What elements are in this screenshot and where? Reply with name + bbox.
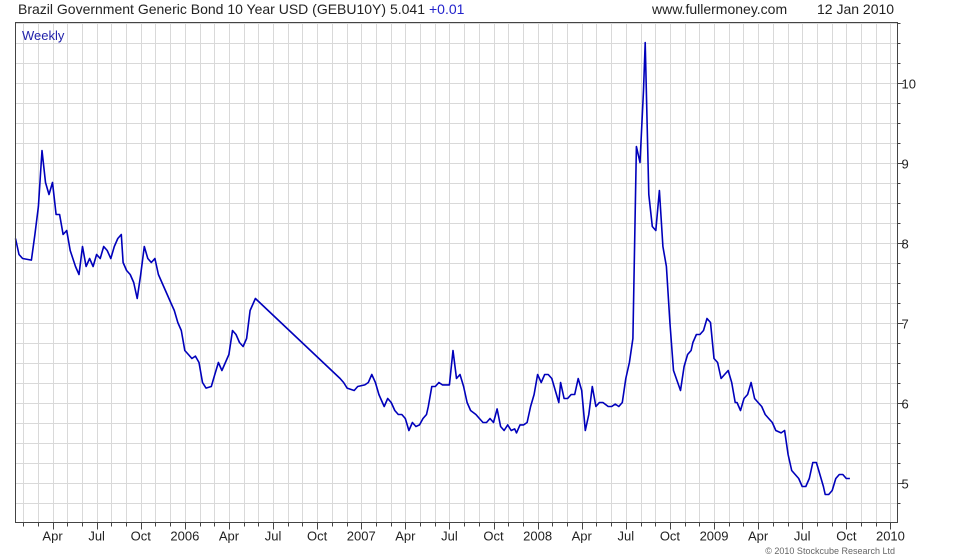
y-tick-label: 5 [902, 477, 909, 492]
y-tick-label: 8 [902, 237, 909, 252]
y-axis: 5 6 7 8 9 10 [897, 23, 916, 504]
x-tick-label: Apr [572, 529, 593, 544]
x-tick-label: Oct [307, 529, 328, 544]
x-tick-label: 2010 [876, 529, 905, 544]
x-tick-label: Jul [265, 529, 282, 544]
x-axis: Apr Jul Oct 2006 Apr Jul Oct 2007 Apr Jul Oct 2008 A… [23, 522, 905, 544]
chart-grid [15, 22, 898, 523]
x-tick-label: Apr [42, 529, 63, 544]
plot-frame [15, 22, 898, 523]
yield-series-line [14, 41, 850, 496]
x-tick-label: Jul [618, 529, 635, 544]
x-tick-label: Jul [441, 529, 458, 544]
x-tick-label: 2007 [347, 529, 376, 544]
x-tick-label: Apr [395, 529, 416, 544]
x-tick-label: Oct [836, 529, 857, 544]
x-tick-label: Oct [131, 529, 152, 544]
x-tick-label: 2006 [170, 529, 199, 544]
x-tick-label: Oct [660, 529, 681, 544]
x-tick-label: Apr [219, 529, 240, 544]
x-tick-label: Apr [748, 529, 769, 544]
x-tick-label: Jul [88, 529, 105, 544]
y-tick-label: 9 [902, 157, 909, 172]
frequency-label: Weekly [22, 28, 65, 43]
bond-yield-chart: Weekly 5 6 7 8 9 10 Apr Jul Oct 2006 Apr Jul Oct 200… [14, 22, 916, 556]
copyright-note: © 2010 Stockcube Research Ltd [765, 546, 895, 556]
x-tick-label: Jul [794, 529, 811, 544]
y-tick-label: 6 [902, 397, 909, 412]
x-tick-label: 2008 [523, 529, 552, 544]
y-tick-label: 7 [902, 317, 909, 332]
x-tick-label: 2009 [700, 529, 729, 544]
y-tick-label: 10 [902, 77, 916, 92]
x-tick-label: Oct [483, 529, 504, 544]
